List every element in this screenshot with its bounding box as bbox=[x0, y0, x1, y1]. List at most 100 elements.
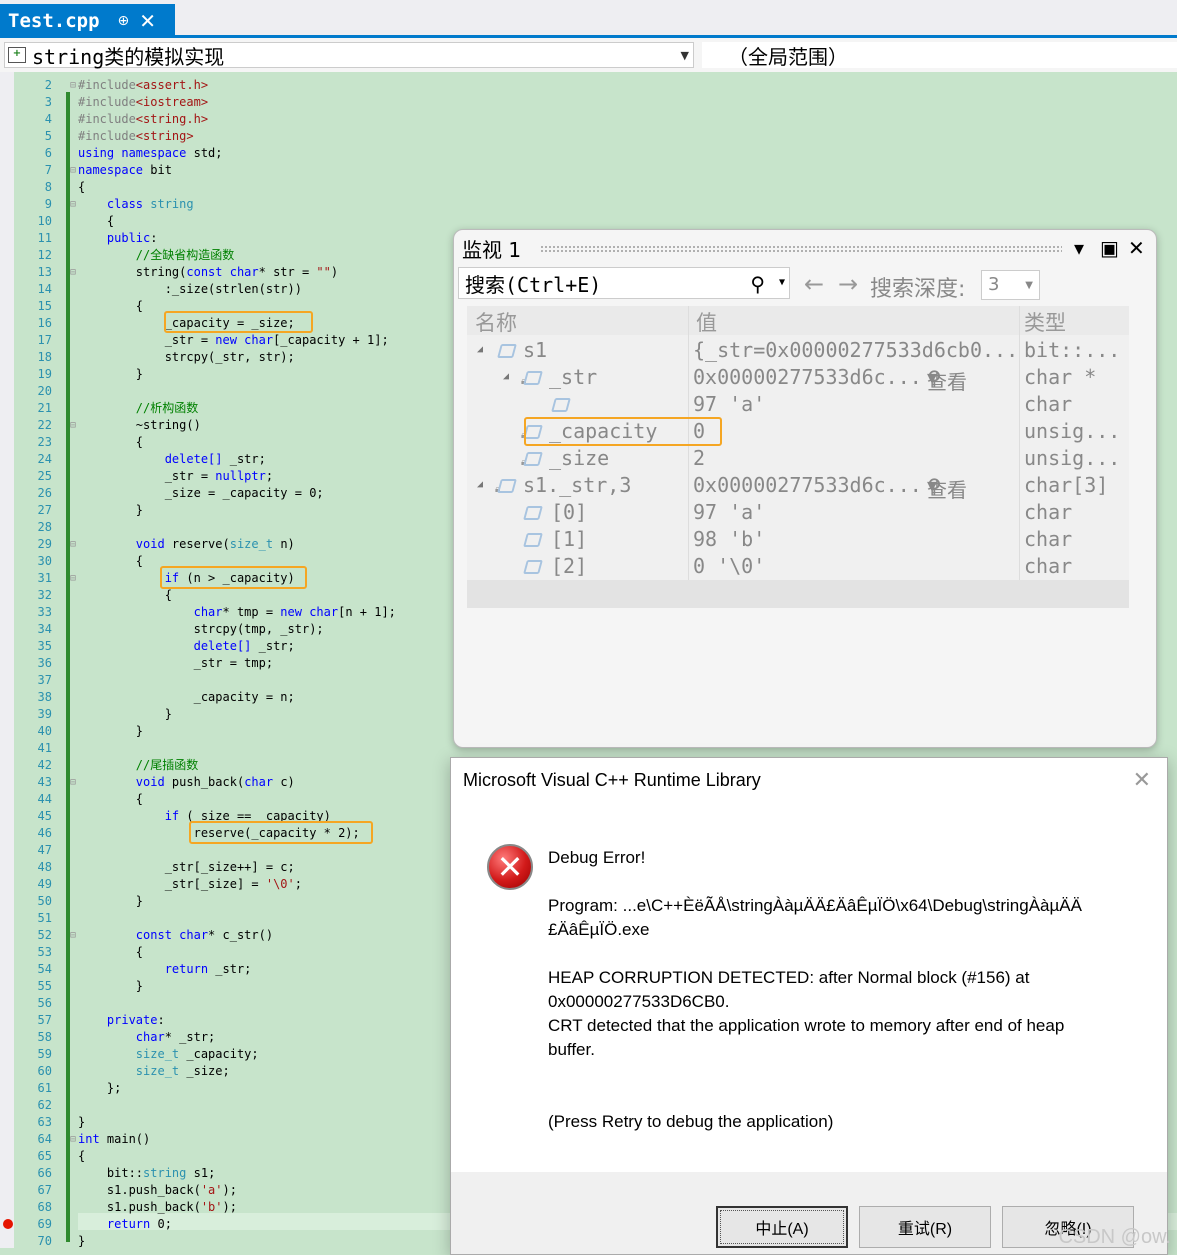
global-scope-dropdown[interactable]: （全局范围） bbox=[702, 42, 1177, 69]
line-number-text: 67 bbox=[37, 1183, 52, 1197]
line-number-text: 26 bbox=[37, 486, 52, 500]
watch-row-name: _str bbox=[549, 365, 598, 389]
watch-row[interactable]: ◢ 🔒︎ _str 0x00000277533d6c... ⚲ 查看 ▾ char… bbox=[467, 364, 1129, 394]
line-number-text: 17 bbox=[37, 333, 52, 347]
pin-icon[interactable]: ⊕ bbox=[118, 13, 130, 29]
line-number-text: 54 bbox=[37, 962, 52, 976]
search-icon[interactable]: ⚲ bbox=[750, 272, 765, 296]
error-icon: ✕ bbox=[487, 844, 533, 890]
breakpoint-icon[interactable] bbox=[3, 1219, 13, 1229]
project-scope-label: string类的模拟实现 bbox=[32, 44, 225, 69]
watch-grid-header: 名称 值 类型 bbox=[467, 306, 1129, 335]
collapse-triangle-icon[interactable]: ◢ bbox=[477, 479, 483, 490]
close-icon[interactable]: ✕ bbox=[1133, 768, 1151, 793]
fold-icon: ⊟ bbox=[70, 420, 77, 431]
navigation-bar: + string类的模拟实现 ▼ （全局范围） bbox=[0, 38, 1177, 72]
watch-row[interactable]: 97 'a' char bbox=[467, 391, 1129, 418]
watch-row[interactable]: 🔒︎ _size 2 unsig... bbox=[467, 445, 1129, 472]
line-number-text: 47 bbox=[37, 843, 52, 857]
line-number-text: 53 bbox=[37, 945, 52, 959]
highlight-box-reserve-call bbox=[189, 821, 373, 844]
abort-button[interactable]: 中止(A) bbox=[716, 1206, 848, 1248]
tab-test-cpp[interactable]: Test.cpp ⊕ ✕ bbox=[0, 4, 175, 38]
project-scope-dropdown[interactable]: + string类的模拟实现 ▼ bbox=[4, 42, 694, 69]
close-tab-icon[interactable]: ✕ bbox=[139, 9, 156, 33]
watch-search-input[interactable]: 搜索(Ctrl+E) ⚲ ▼ bbox=[458, 267, 790, 299]
maximize-icon[interactable]: ▣ bbox=[1100, 236, 1119, 260]
line-number-text: 58 bbox=[37, 1030, 52, 1044]
line-number-text: 29 bbox=[37, 537, 52, 551]
fold-icon: ⊟ bbox=[70, 930, 77, 941]
watch-title: 监视 1 bbox=[462, 237, 522, 262]
line-number-text: 19 bbox=[37, 367, 52, 381]
watch-row-value: 2 bbox=[693, 446, 706, 470]
line-number-text: 38 bbox=[37, 690, 52, 704]
fold-icon: ⊟ bbox=[70, 80, 77, 91]
line-number-text: 23 bbox=[37, 435, 52, 449]
program-path-line1: Program: ...e\C++ÈëÃÅ\stringÀàµÄÄ£ÄâÊµÏÖ… bbox=[548, 896, 1082, 915]
retry-hint: (Press Retry to debug the application) bbox=[548, 1112, 834, 1131]
watch-row-type: bit::... bbox=[1024, 338, 1121, 362]
collapse-triangle-icon[interactable]: ◢ bbox=[503, 371, 509, 382]
line-number-text: 69 bbox=[37, 1217, 52, 1231]
line-number-text: 16 bbox=[37, 316, 52, 330]
line-number-text: 34 bbox=[37, 622, 52, 636]
watch-window[interactable]: 监视 1 ▾ ▣ ✕ 搜索(Ctrl+E) ⚲ ▼ ← → 搜索深度: 3 ▼ … bbox=[453, 229, 1157, 748]
window-options-dropdown-icon[interactable]: ▾ bbox=[1074, 236, 1084, 260]
watch-row[interactable]: ◢ 🔒︎ s1._str,3 0x00000277533d6c... ⚲ 查看 ▾… bbox=[467, 472, 1129, 502]
watch-title-bar[interactable]: 监视 1 ▾ ▣ ✕ bbox=[454, 230, 1156, 266]
watch-row-type: unsig... bbox=[1024, 419, 1121, 443]
line-number-text: 63 bbox=[37, 1115, 52, 1129]
chevron-down-icon[interactable]: ▼ bbox=[779, 277, 785, 288]
close-icon[interactable]: ✕ bbox=[1128, 236, 1145, 260]
watch-row-value: 97 'a' bbox=[693, 392, 766, 416]
line-number-text: 65 bbox=[37, 1149, 52, 1163]
line-number-text: 39 bbox=[37, 707, 52, 721]
fold-icon: ⊟ bbox=[70, 1134, 77, 1145]
collapse-triangle-icon[interactable]: ◢ bbox=[477, 344, 483, 355]
watch-row[interactable]: ◢ s1 {_str=0x00000277533d6cb0... bit::..… bbox=[467, 337, 1129, 364]
new-watch-row[interactable] bbox=[467, 580, 1129, 608]
view-visualizer-button[interactable]: ⚲ 查看 ▾ bbox=[927, 473, 967, 502]
line-number-text: 8 bbox=[44, 180, 52, 194]
line-number-text: 64 bbox=[37, 1132, 52, 1146]
line-number-text: 10 bbox=[37, 214, 52, 228]
watch-row-value: 98 'b' bbox=[693, 527, 766, 551]
retry-button[interactable]: 重试(R) bbox=[859, 1206, 991, 1248]
watch-row-type: char * bbox=[1024, 365, 1097, 389]
column-header-name[interactable]: 名称 bbox=[475, 307, 517, 337]
line-number-text: 15 bbox=[37, 299, 52, 313]
watch-row-value: {_str=0x00000277533d6cb0... bbox=[693, 338, 1019, 362]
fold-icon: ⊟ bbox=[70, 777, 77, 788]
watch-row-name: s1 bbox=[523, 338, 548, 362]
line-number-text: 33 bbox=[37, 605, 52, 619]
breakpoint-gutter[interactable] bbox=[0, 72, 14, 1248]
watch-row[interactable]: [0] 97 'a' char bbox=[467, 499, 1129, 526]
line-number-text: 2 bbox=[44, 78, 52, 92]
heap-corruption-line1: HEAP CORRUPTION DETECTED: after Normal b… bbox=[548, 968, 1030, 987]
line-number-text: 61 bbox=[37, 1081, 52, 1095]
runtime-error-dialog[interactable]: Microsoft Visual C++ Runtime Library ✕ ✕… bbox=[450, 757, 1168, 1255]
watch-row-type: char bbox=[1024, 500, 1073, 524]
watch-row[interactable]: [2] 0 '\0' char bbox=[467, 553, 1129, 580]
line-number-text: 30 bbox=[37, 554, 52, 568]
column-header-value[interactable]: 值 bbox=[696, 307, 717, 337]
chevron-down-icon: ▼ bbox=[680, 49, 689, 62]
element-icon bbox=[523, 506, 543, 520]
watch-row[interactable]: [1] 98 'b' char bbox=[467, 526, 1129, 553]
drag-grip[interactable] bbox=[540, 245, 1062, 252]
line-number-text: 46 bbox=[37, 826, 52, 840]
line-number-text: 21 bbox=[37, 401, 52, 415]
line-number-text: 13 bbox=[37, 265, 52, 279]
search-previous-arrow[interactable]: ← bbox=[804, 270, 824, 298]
line-number-text: 43 bbox=[37, 775, 52, 789]
search-next-arrow[interactable]: → bbox=[838, 270, 858, 298]
line-number-text: 3 bbox=[44, 95, 52, 109]
view-visualizer-button[interactable]: ⚲ 查看 ▾ bbox=[927, 365, 967, 394]
search-depth-select[interactable]: 3 ▼ bbox=[981, 270, 1040, 300]
line-number-text: 70 bbox=[37, 1234, 52, 1248]
watch-grid[interactable]: 名称 值 类型 ◢ s1 {_str=0x00000277533d6cb0...… bbox=[467, 306, 1129, 608]
document-tab-strip: Test.cpp ⊕ ✕ bbox=[0, 0, 1177, 38]
column-header-type[interactable]: 类型 bbox=[1024, 307, 1066, 337]
crt-message-line2: buffer. bbox=[548, 1040, 595, 1059]
